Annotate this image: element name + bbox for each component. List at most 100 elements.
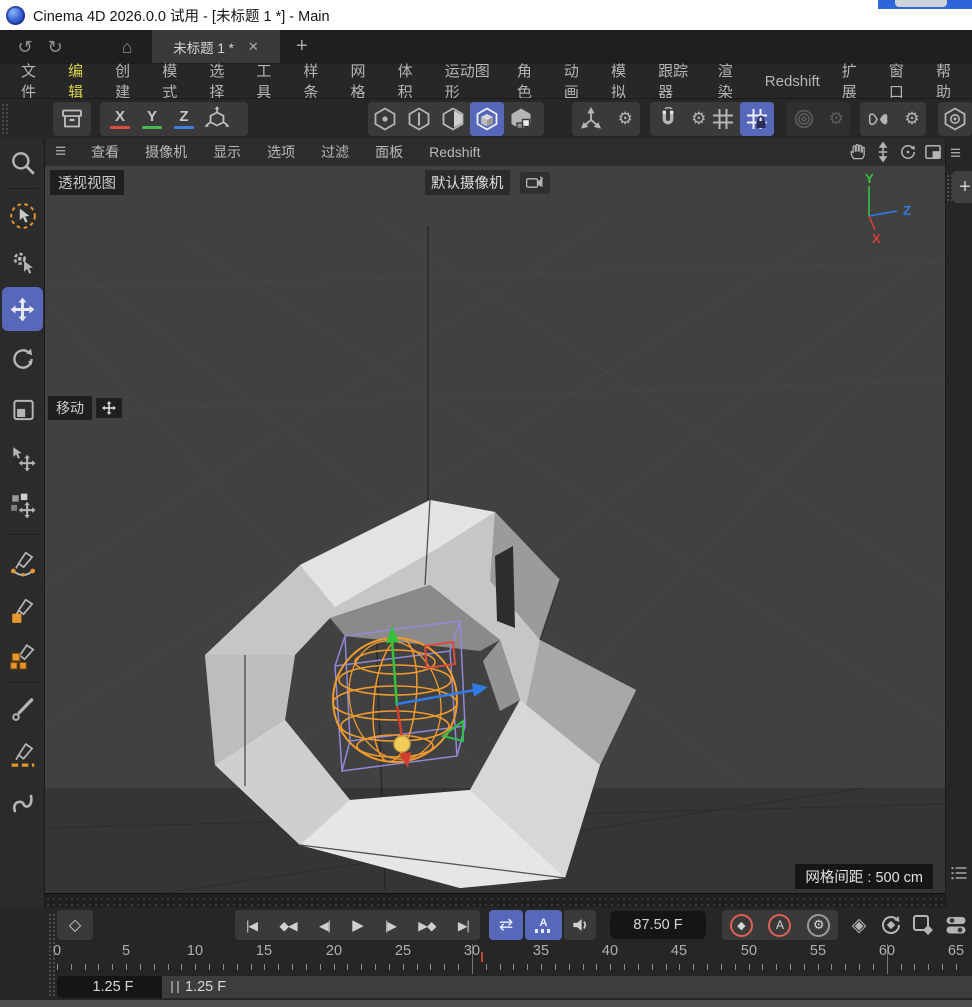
- menu-redshift[interactable]: Redshift: [754, 73, 831, 90]
- object-mode-button[interactable]: [504, 102, 538, 136]
- axis-lock-x-button[interactable]: X: [104, 102, 136, 136]
- sketch-pen-tool[interactable]: [0, 588, 45, 634]
- magnet-icon[interactable]: [656, 107, 680, 131]
- gizmo-center-handle[interactable]: [394, 736, 410, 752]
- layer-list-button[interactable]: [949, 864, 969, 882]
- start-frame-field[interactable]: 1.25 F: [57, 976, 169, 998]
- cursor-transform-tool[interactable]: [0, 436, 45, 482]
- goto-start-button[interactable]: |◀: [246, 918, 257, 933]
- menu-volume[interactable]: 体积: [387, 60, 434, 102]
- menu-render[interactable]: 渲染: [707, 60, 754, 102]
- current-frame-field[interactable]: 87.50 F: [610, 911, 706, 939]
- menu-help[interactable]: 帮助: [925, 60, 972, 102]
- rotate-view-button[interactable]: [895, 141, 920, 163]
- menu-file[interactable]: 文件: [10, 60, 57, 102]
- camera-switch-button[interactable]: [520, 172, 550, 194]
- vpmenu-filter[interactable]: 过滤: [308, 142, 362, 162]
- scale-tool[interactable]: [0, 387, 45, 433]
- previous-key-button[interactable]: ◆◀: [279, 918, 296, 933]
- camera-name-label[interactable]: 默认摄像机: [425, 170, 510, 195]
- pan-view-button[interactable]: [845, 141, 870, 163]
- autokey-button[interactable]: A: [768, 914, 791, 937]
- loop-mode-button[interactable]: ⇄: [489, 910, 523, 940]
- document-tab[interactable]: 未标题 1 * ✕: [152, 30, 280, 63]
- menu-extensions[interactable]: 扩展: [831, 60, 878, 102]
- line-cut-tool[interactable]: [0, 733, 45, 779]
- frame-slider[interactable]: 1.25 F: [162, 976, 972, 998]
- brush-tool[interactable]: [0, 686, 45, 732]
- menu-mode[interactable]: 模式: [151, 60, 198, 102]
- right-panel-menu-icon[interactable]: ≡: [950, 143, 961, 165]
- menu-character[interactable]: 角色: [506, 60, 553, 102]
- view-type-label[interactable]: 透视视图: [50, 170, 124, 195]
- vpmenu-display[interactable]: 显示: [200, 142, 254, 162]
- menu-animate[interactable]: 动画: [553, 60, 600, 102]
- symmetry-butterfly-icon[interactable]: [866, 107, 891, 132]
- next-frame-button[interactable]: |▶: [385, 918, 396, 933]
- toggle-panel-layout-button[interactable]: [920, 141, 945, 163]
- points-transform-tool[interactable]: [0, 483, 45, 529]
- asset-browser-button[interactable]: [53, 102, 91, 136]
- record-params-button[interactable]: [941, 910, 971, 940]
- record-scale-button[interactable]: [909, 910, 937, 940]
- vpmenu-redshift[interactable]: Redshift: [416, 144, 493, 160]
- menu-mesh[interactable]: 网格: [340, 60, 387, 102]
- vpmenu-panel[interactable]: 面板: [362, 142, 416, 162]
- record-rotation-button[interactable]: [877, 910, 905, 940]
- axis-center-icon[interactable]: [579, 107, 603, 131]
- menu-window[interactable]: 窗口: [878, 60, 925, 102]
- model-mode-button[interactable]: [470, 102, 504, 136]
- vpmenu-cameras[interactable]: 摄像机: [132, 142, 200, 162]
- add-panel-tab-button[interactable]: +: [952, 171, 972, 203]
- menu-select[interactable]: 选择: [198, 60, 245, 102]
- polygons-mode-button[interactable]: [436, 102, 470, 136]
- menu-create[interactable]: 创建: [104, 60, 151, 102]
- axis-settings-gear-icon[interactable]: ⚙: [618, 109, 633, 129]
- menu-simulate[interactable]: 模拟: [600, 60, 647, 102]
- keying-settings-button[interactable]: ⚙: [807, 914, 830, 937]
- record-keyframe-button[interactable]: ◆: [730, 914, 753, 937]
- locked-workplane-button[interactable]: [740, 102, 774, 136]
- redo-icon[interactable]: ↻: [40, 38, 70, 56]
- play-button[interactable]: ▶: [352, 916, 363, 934]
- panel-splitter[interactable]: [45, 893, 945, 907]
- viewport-filter-search-button[interactable]: [0, 140, 45, 186]
- keyframe-button[interactable]: ◇: [57, 910, 93, 940]
- previous-frame-button[interactable]: ◀|: [319, 918, 330, 933]
- close-tab-icon[interactable]: ✕: [248, 39, 259, 55]
- zoom-view-button[interactable]: [870, 141, 895, 163]
- menu-tools[interactable]: 工具: [245, 60, 292, 102]
- undo-icon[interactable]: ↺: [10, 38, 40, 56]
- home-icon[interactable]: ⌂: [112, 38, 142, 56]
- new-tab-button[interactable]: +: [296, 35, 308, 58]
- toolbar-grip[interactable]: [1, 103, 9, 135]
- target-circles-icon[interactable]: [792, 107, 816, 131]
- viewport-solo-button[interactable]: [938, 102, 972, 136]
- animation-mode-button[interactable]: A: [525, 910, 562, 940]
- slider-handle[interactable]: [171, 981, 179, 993]
- points-mode-button[interactable]: [368, 102, 402, 136]
- vpmenu-options[interactable]: 选项: [254, 142, 308, 162]
- sound-toggle-button[interactable]: [564, 910, 596, 940]
- spline-pen-tool[interactable]: [0, 541, 45, 587]
- menu-edit[interactable]: 编辑: [57, 60, 104, 102]
- perspective-viewport[interactable]: 透视视图 默认摄像机 移动: [45, 166, 945, 893]
- target-settings-gear-icon[interactable]: ⚙: [829, 109, 844, 129]
- live-selection-tool[interactable]: [0, 193, 45, 239]
- bottom-panel-edge[interactable]: [0, 1000, 972, 1007]
- poly-pen-tool[interactable]: [0, 633, 45, 679]
- rotate-tool[interactable]: [0, 336, 45, 382]
- menu-mograph[interactable]: 运动图形: [434, 60, 506, 102]
- quantize-grid-button[interactable]: [706, 102, 740, 136]
- freehand-spline-tool[interactable]: [0, 779, 45, 825]
- axis-lock-z-button[interactable]: Z: [168, 102, 200, 136]
- vpmenu-view[interactable]: 查看: [78, 142, 132, 162]
- goto-end-button[interactable]: ▶|: [458, 918, 469, 933]
- tweak-tool[interactable]: [0, 239, 45, 285]
- axis-lock-y-button[interactable]: Y: [136, 102, 168, 136]
- viewport-menu-icon[interactable]: ≡: [45, 141, 78, 163]
- workplane-button[interactable]: [200, 102, 234, 136]
- snap-settings-gear-icon[interactable]: ⚙: [691, 109, 706, 129]
- symmetry-settings-gear-icon[interactable]: ⚙: [904, 109, 919, 129]
- move-tool[interactable]: [2, 287, 43, 331]
